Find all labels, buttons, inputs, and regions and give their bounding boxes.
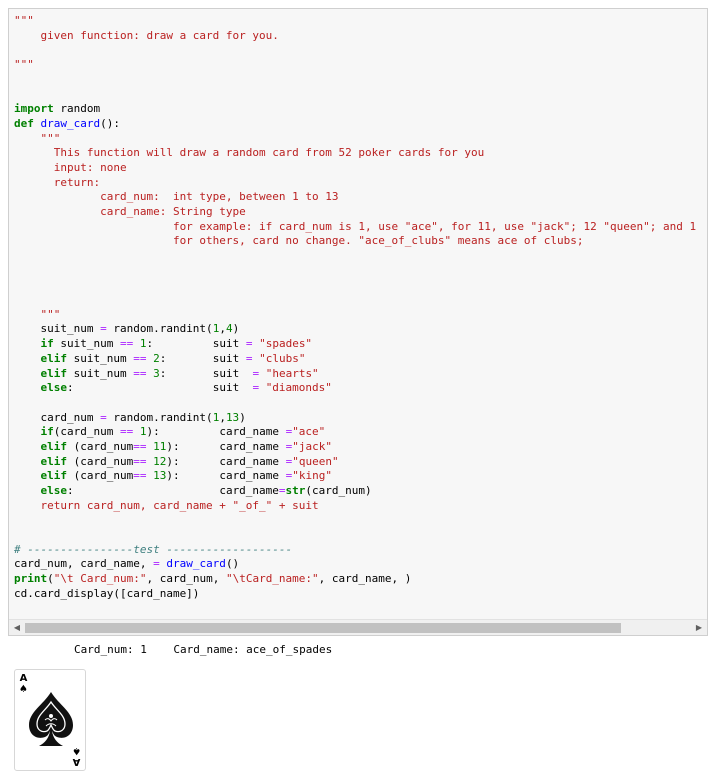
code-line[interactable]: elif (card_num== 12): card_name ="queen" <box>14 455 696 470</box>
code-line[interactable]: elif (card_num== 11): card_name ="jack" <box>14 440 696 455</box>
spade-icon: ♠ <box>72 745 81 756</box>
code-line[interactable]: input: none <box>14 161 696 176</box>
card-rank: A <box>19 673 28 684</box>
code-line[interactable] <box>14 249 696 264</box>
code-line[interactable]: This function will draw a random card fr… <box>14 146 696 161</box>
code-line[interactable]: """ <box>14 58 696 73</box>
code-line[interactable]: card_num, card_name, = draw_card() <box>14 557 696 572</box>
code-line[interactable]: return: <box>14 176 696 191</box>
code-line[interactable]: card_num = random.randint(1,13) <box>14 411 696 426</box>
card-rank: A <box>72 756 81 767</box>
code-cell[interactable]: """ given function: draw a card for you.… <box>8 8 708 636</box>
code-line[interactable] <box>14 87 696 102</box>
horizontal-scrollbar[interactable]: ◀ ▶ <box>9 619 707 635</box>
card-corner-bottom: A ♠ <box>72 745 81 767</box>
code-editor[interactable]: """ given function: draw a card for you.… <box>14 14 696 602</box>
code-line[interactable]: """ <box>14 14 696 29</box>
code-line[interactable] <box>14 293 696 308</box>
code-line[interactable] <box>14 396 696 411</box>
code-line[interactable] <box>14 278 696 293</box>
code-line[interactable]: """ <box>14 308 696 323</box>
code-line[interactable]: """ <box>14 132 696 147</box>
code-line[interactable] <box>14 513 696 528</box>
chevron-left-icon[interactable]: ◀ <box>9 620 25 635</box>
chevron-right-icon[interactable]: ▶ <box>691 620 707 635</box>
code-line[interactable]: elif (card_num== 13): card_name ="king" <box>14 469 696 484</box>
code-line[interactable]: for others, card no change. "ace_of_club… <box>14 234 696 249</box>
code-line[interactable]: suit_num = random.randint(1,4) <box>14 322 696 337</box>
code-line[interactable] <box>14 528 696 543</box>
cell-output-text: Card_num: 1 Card_name: ace_of_spades <box>74 643 333 656</box>
code-line[interactable]: import random <box>14 102 696 117</box>
code-line[interactable]: else: card_name=str(card_num) <box>14 484 696 499</box>
code-line[interactable] <box>14 43 696 58</box>
scrollbar-thumb[interactable] <box>25 623 621 633</box>
large-spade-icon <box>29 692 73 746</box>
code-line[interactable]: if suit_num == 1: suit = "spades" <box>14 337 696 352</box>
code-line[interactable]: else: suit = "diamonds" <box>14 381 696 396</box>
code-line[interactable] <box>14 73 696 88</box>
code-line[interactable]: print("\t Card_num:", card_num, "\tCard_… <box>14 572 696 587</box>
code-line[interactable]: elif suit_num == 3: suit = "hearts" <box>14 367 696 382</box>
code-line[interactable]: def draw_card(): <box>14 117 696 132</box>
code-line[interactable]: cd.card_display([card_name]) <box>14 587 696 602</box>
code-line[interactable]: card_num: int type, between 1 to 13 <box>14 190 696 205</box>
code-line[interactable]: card_name: String type <box>14 205 696 220</box>
playing-card-ace-of-spades: A ♠ A ♠ <box>14 669 86 771</box>
code-line[interactable]: return card_num, card_name + "_of_" + su… <box>14 499 696 514</box>
code-line[interactable]: # ----------------test -----------------… <box>14 543 696 558</box>
code-line[interactable]: if(card_num == 1): card_name ="ace" <box>14 425 696 440</box>
code-line[interactable] <box>14 264 696 279</box>
code-line[interactable]: elif suit_num == 2: suit = "clubs" <box>14 352 696 367</box>
code-line[interactable]: given function: draw a card for you. <box>14 29 696 44</box>
code-line[interactable]: for example: if card_num is 1, use "ace"… <box>14 220 696 235</box>
